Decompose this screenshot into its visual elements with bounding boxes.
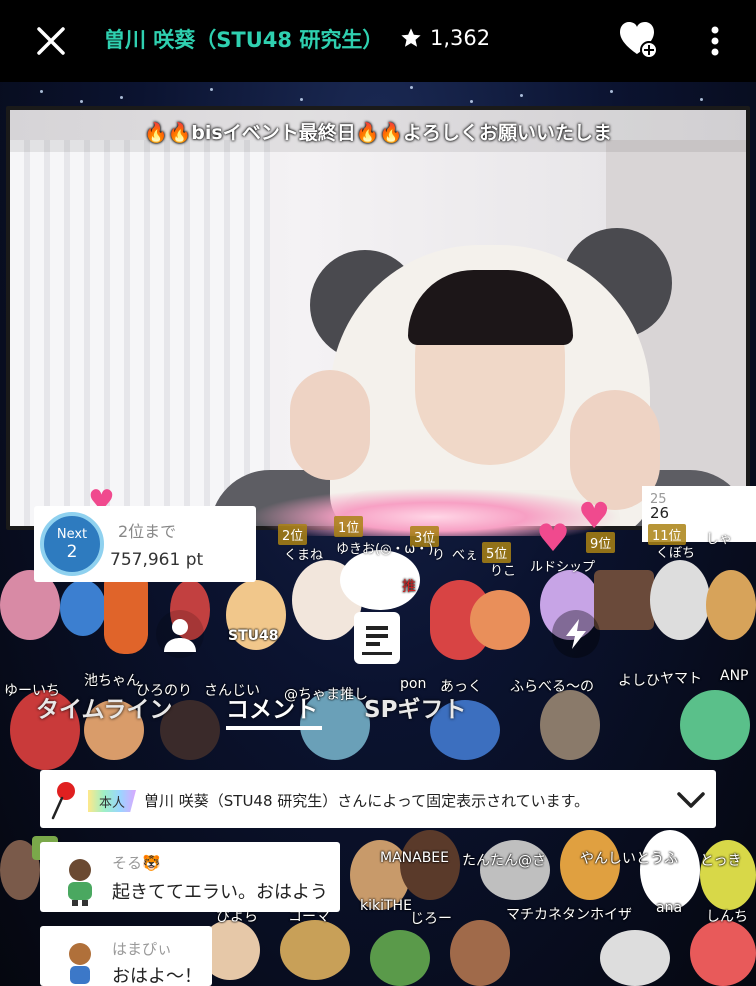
crowd-name: STU48 — [228, 628, 279, 644]
rank-name: くまね — [284, 548, 324, 563]
comment-list-icon[interactable] — [354, 612, 400, 664]
comment-message: 起きててエラい。おはよう — [112, 882, 328, 903]
room-title: 曽川 咲葵（STU48 研究生） — [104, 28, 384, 52]
star-count-value: 1,362 — [430, 26, 491, 50]
comment-message: おはよ～！ — [112, 966, 202, 986]
crowd-name: kikiTHE — [360, 898, 412, 914]
telop-ticker: 🔥🔥bisイベント最終日🔥🔥よろしくお願いいたしま — [10, 110, 746, 152]
tab-bar: タイムライン コメント SPギフト — [0, 690, 756, 730]
next-rank-number: 2 — [66, 541, 78, 562]
next-rank-card[interactable]: Next 2 2位まで 757,961 pt — [34, 506, 256, 582]
tab-sp-gift[interactable]: SPギフト — [364, 690, 466, 724]
rank-name: りこ — [490, 564, 517, 579]
rank-tag: 9位 — [586, 532, 616, 553]
side-rank-current: 26 — [650, 504, 670, 522]
comment-username: はまぴぃ — [112, 940, 173, 958]
heart-icon: ♥ — [578, 496, 611, 537]
performer-hand-left — [290, 370, 370, 480]
active-tab-indicator — [226, 726, 322, 730]
crowd-name: たんたん@さ — [462, 853, 546, 869]
crowd-name: じろー — [410, 911, 452, 927]
next-rank-circle: Next 2 — [40, 512, 104, 576]
live-video[interactable]: 🔥🔥bisイベント最終日🔥🔥よろしくお願いいたしま — [6, 106, 750, 530]
crowd-name: やんしいとうふ — [580, 851, 678, 867]
crowd-name: 池ちゃん — [84, 673, 140, 689]
star-icon — [401, 28, 421, 47]
comment-item: そる🐯 起きててエラい。おはよう — [40, 842, 340, 912]
user-avatar[interactable] — [58, 856, 102, 906]
curtain — [10, 140, 270, 526]
comment-username: そる🐯 — [112, 854, 161, 872]
crowd-name: MANABEE — [380, 850, 450, 866]
lightning-icon[interactable] — [552, 610, 600, 658]
crowd-name: ヤマト — [660, 671, 702, 687]
tab-timeline[interactable]: タイムライン — [36, 690, 172, 724]
crowd-name: とっき — [700, 853, 742, 869]
crowd-name: よしひ — [618, 673, 660, 689]
pinned-comment[interactable]: 本人 曽川 咲葵（STU48 研究生）さんによって固定表示されています。 — [40, 770, 716, 828]
crowd-name: マチカネタンホイザ — [506, 907, 632, 923]
rank-tag: 2位 — [278, 524, 308, 545]
rank-name: ルドシップ — [530, 560, 596, 575]
tab-comment[interactable]: コメント — [226, 690, 318, 724]
owner-badge: 本人 — [88, 790, 136, 812]
pin-icon — [50, 780, 78, 820]
points-needed: 757,961 pt — [110, 550, 204, 570]
rank-name: くぼち — [656, 546, 696, 561]
crowd-name: 推 — [402, 579, 416, 595]
until-rank-label: 2位まで — [118, 522, 177, 541]
avatar-crowd — [0, 540, 756, 986]
more-menu-icon[interactable] — [700, 22, 730, 60]
pinned-text: 曽川 咲葵（STU48 研究生）さんによって固定表示されています。 — [144, 792, 590, 810]
next-label: Next — [56, 526, 88, 542]
rank-name: ゆきお(◎・ω・) — [336, 542, 434, 557]
top-bar: 曽川 咲葵（STU48 研究生） 1,362 — [0, 0, 756, 82]
user-avatar[interactable] — [58, 940, 102, 986]
person-icon[interactable] — [156, 610, 204, 658]
crowd-name: ANP — [720, 668, 749, 684]
rank-name: べぇ — [452, 548, 479, 563]
star-count: 1,362 — [400, 26, 490, 50]
rank-name: り — [432, 548, 446, 563]
close-icon[interactable] — [30, 22, 72, 60]
chevron-down-icon[interactable] — [676, 788, 706, 812]
comment-item: はまぴぃ おはよ～！ — [40, 926, 212, 986]
crowd-name: ana — [656, 900, 683, 916]
favorite-add-icon[interactable] — [618, 20, 660, 60]
rank-name: しゃ — [706, 532, 733, 547]
crowd-name: しんち — [706, 909, 748, 925]
rank-tag: 1位 — [334, 516, 364, 537]
